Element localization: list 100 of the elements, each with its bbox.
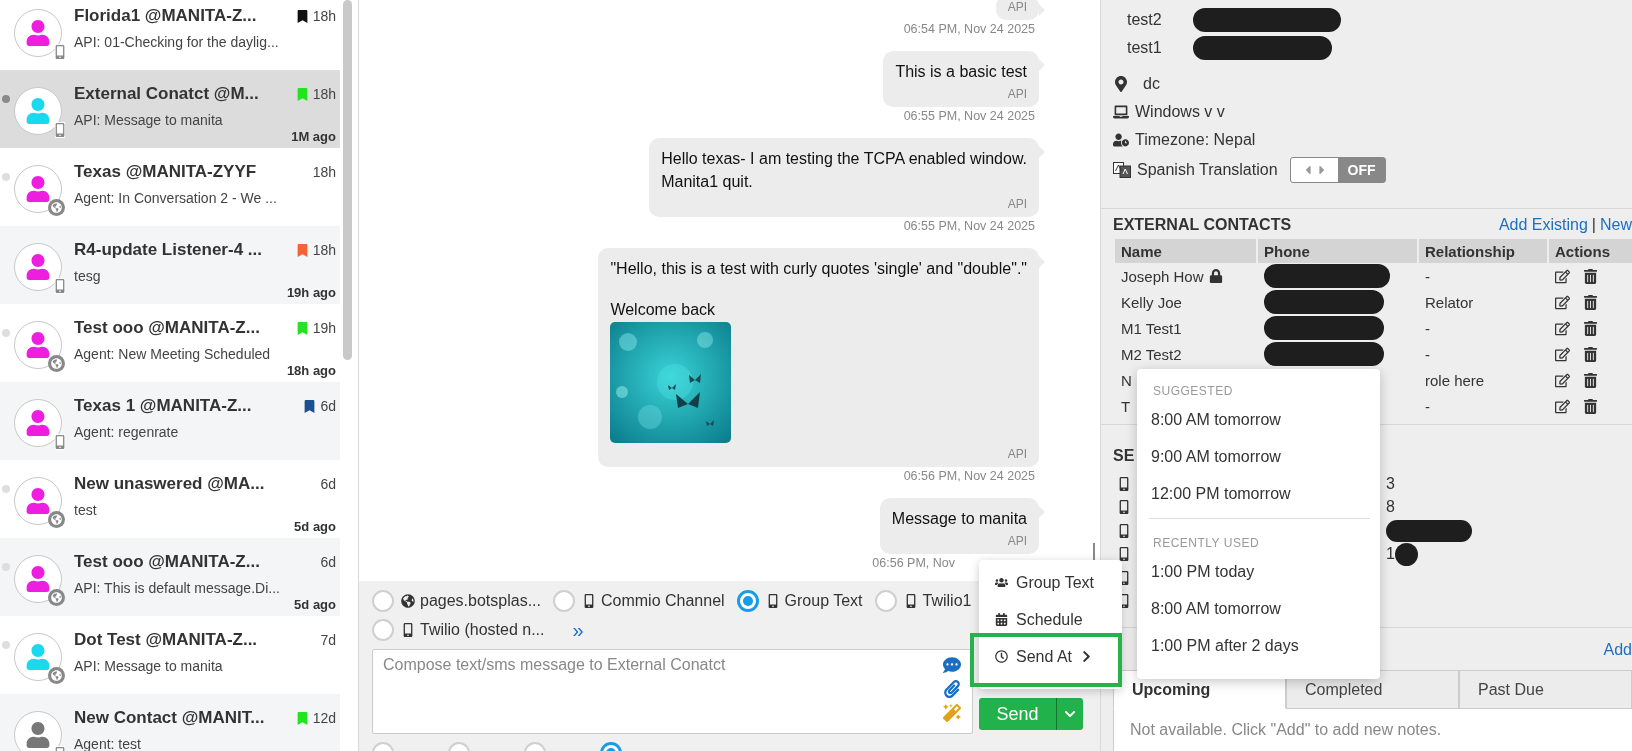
conversation-item[interactable]: New Contact @MANIT... 12d Agent: test xyxy=(0,694,340,751)
menu-section-title: SUGGESTED xyxy=(1152,383,1234,400)
trash-icon[interactable] xyxy=(1583,268,1598,284)
message-preview: Agent: regenrate xyxy=(74,423,180,441)
send-options-button[interactable] xyxy=(1056,698,1083,730)
contact-name: Texas @MANITA-ZYYF xyxy=(74,162,258,182)
menu-item[interactable]: 9:00 AM tomorrow xyxy=(1151,438,1370,475)
phone-number: 8 xyxy=(1386,498,1395,517)
phone-icon xyxy=(1117,500,1131,515)
message-preview: API: Message to manita xyxy=(74,657,224,675)
edit-icon[interactable] xyxy=(1555,294,1570,310)
edit-icon[interactable] xyxy=(1555,398,1570,414)
table-cell-text: - xyxy=(1424,318,1431,339)
message-time: 06:54 PM, Nov 24 2025 xyxy=(903,22,1036,36)
contact-name: R4-update Listener-4 ... xyxy=(74,240,263,260)
message-preview: API: 01-Checking for the daylig... xyxy=(74,33,280,51)
phone-number: 1 xyxy=(1386,545,1395,564)
globe-icon xyxy=(401,594,415,608)
trash-icon[interactable] xyxy=(1583,372,1598,388)
time-label: 18h xyxy=(312,86,336,102)
edit-icon[interactable] xyxy=(1555,320,1570,336)
time-label: 18h xyxy=(312,164,336,180)
table-cell: M1 Test1 xyxy=(1121,319,1182,337)
table-cell: Joseph How xyxy=(1121,267,1204,285)
trash-icon[interactable] xyxy=(1583,320,1598,336)
menu-item[interactable]: 8:00 AM tomorrow xyxy=(1151,590,1370,627)
message-preview: test xyxy=(74,501,98,519)
translation-toggle[interactable]: OFF xyxy=(1289,157,1386,183)
message-time: 06:55 PM, Nov 24 2025 xyxy=(903,109,1036,123)
phone-icon xyxy=(1117,476,1131,491)
contact-name: External Conatct @M... xyxy=(74,84,260,104)
time-label: 18h xyxy=(312,8,336,24)
scrollbar-thumb[interactable] xyxy=(343,0,352,360)
chat-bubble-icon[interactable] xyxy=(943,656,961,674)
conversation-item[interactable]: Texas 1 @MANITA-Z... 6d Agent: regenrate xyxy=(0,382,340,460)
conversation-item[interactable]: External Conatct @M... 18h API: Message to manita 1M ago xyxy=(0,70,340,148)
trash-icon[interactable] xyxy=(1583,398,1598,414)
menu-item[interactable]: 1:00 PM after 2 days xyxy=(1151,627,1370,664)
section-title: EXTERNAL CONTACTS xyxy=(1113,216,1292,234)
message-input[interactable]: Compose text/sms message to External Conatct xyxy=(372,649,973,734)
translate-icon xyxy=(1113,162,1131,178)
time-label: 19h xyxy=(312,320,336,336)
table-cell: T xyxy=(1121,397,1131,415)
message-source: API xyxy=(1007,534,1027,548)
edit-icon[interactable] xyxy=(1555,268,1570,284)
contact-name: Texas 1 @MANITA-Z... xyxy=(74,396,253,416)
message-text: Hello texas- I am testing the TCPA enabled window. Manita1 quit. xyxy=(661,149,1027,192)
conversation-item[interactable]: R4-update Listener-4 ... 18h tesg 19h ago xyxy=(0,226,340,304)
add-note-link[interactable]: Add xyxy=(1603,641,1632,659)
table-cell-text: - xyxy=(1424,344,1431,365)
message-text: Welcome back xyxy=(610,300,717,320)
trash-icon[interactable] xyxy=(1583,294,1598,310)
last-activity: 5d ago xyxy=(294,520,336,534)
channel-radio[interactable]: Commio Channel xyxy=(552,590,725,612)
phone-number: 3 xyxy=(1386,474,1395,493)
phone-icon xyxy=(1117,523,1131,538)
channel-radio[interactable]: Twilio (hosted n... xyxy=(372,619,545,641)
info-text: dc xyxy=(1143,75,1160,93)
menu-item[interactable]: 8:00 AM tomorrow xyxy=(1151,401,1370,438)
menu-item[interactable]: Group Text xyxy=(979,564,1122,601)
link-separator: | xyxy=(1591,216,1596,234)
trash-icon[interactable] xyxy=(1583,346,1598,362)
conversation-item[interactable]: Test ooo @MANITA-Z... 6d API: This is default message.Di... 5d ago xyxy=(0,538,340,616)
channel-radio[interactable]: Group Text xyxy=(736,590,863,612)
info-text: Spanish Translation xyxy=(1137,161,1278,179)
menu-item[interactable]: 1:00 PM today xyxy=(1151,553,1370,590)
menu-item[interactable]: 12:00 PM tomorrow xyxy=(1151,475,1370,512)
contact-name: Test ooo @MANITA-Z... xyxy=(74,318,261,338)
message-source: API xyxy=(1007,447,1027,461)
paperclip-icon[interactable] xyxy=(943,680,961,698)
more-channels-link[interactable]: » xyxy=(572,619,584,641)
channel-radio[interactable]: Twilio1 xyxy=(874,590,972,612)
time-label: 12d xyxy=(312,710,336,726)
message-preview: Agent: In Conversation 2 - We ... xyxy=(74,189,278,207)
phone-label: test1 xyxy=(1127,39,1163,57)
table-cell-text: - xyxy=(1424,266,1431,287)
notes-tab[interactable]: Past Due xyxy=(1459,670,1632,709)
edit-icon[interactable] xyxy=(1555,346,1570,362)
message-preview: API: This is default message.Di... xyxy=(74,579,281,597)
edit-icon[interactable] xyxy=(1555,372,1570,388)
contact-name: New Contact @MANIT... xyxy=(74,708,266,728)
table-cell-text: role here xyxy=(1424,370,1486,391)
user-clock-icon xyxy=(1113,132,1129,148)
menu-item[interactable]: Schedule xyxy=(979,601,1122,638)
menu-section-title: RECENTLY USED xyxy=(1152,535,1261,552)
section-title: SE xyxy=(1113,447,1135,465)
message-source: API xyxy=(1007,0,1027,14)
channel-radio[interactable]: pages.botsplas... xyxy=(372,590,541,612)
table-cell-text: - xyxy=(1424,396,1431,417)
column-header: Name xyxy=(1115,239,1256,263)
calendar-icon xyxy=(995,613,1008,626)
add-existing-link[interactable]: Add Existing xyxy=(1498,216,1588,234)
new-link[interactable]: New xyxy=(1600,216,1632,234)
time-label: 7d xyxy=(320,632,336,648)
time-label: 6d xyxy=(320,476,336,492)
contact-name: New unaswered @MA... xyxy=(74,474,266,494)
info-text: Timezone: Nepal xyxy=(1135,131,1256,149)
table-cell: Kelly Joe xyxy=(1121,293,1182,311)
column-header: Relationship xyxy=(1419,239,1547,263)
message-preview: tesg xyxy=(74,267,102,285)
